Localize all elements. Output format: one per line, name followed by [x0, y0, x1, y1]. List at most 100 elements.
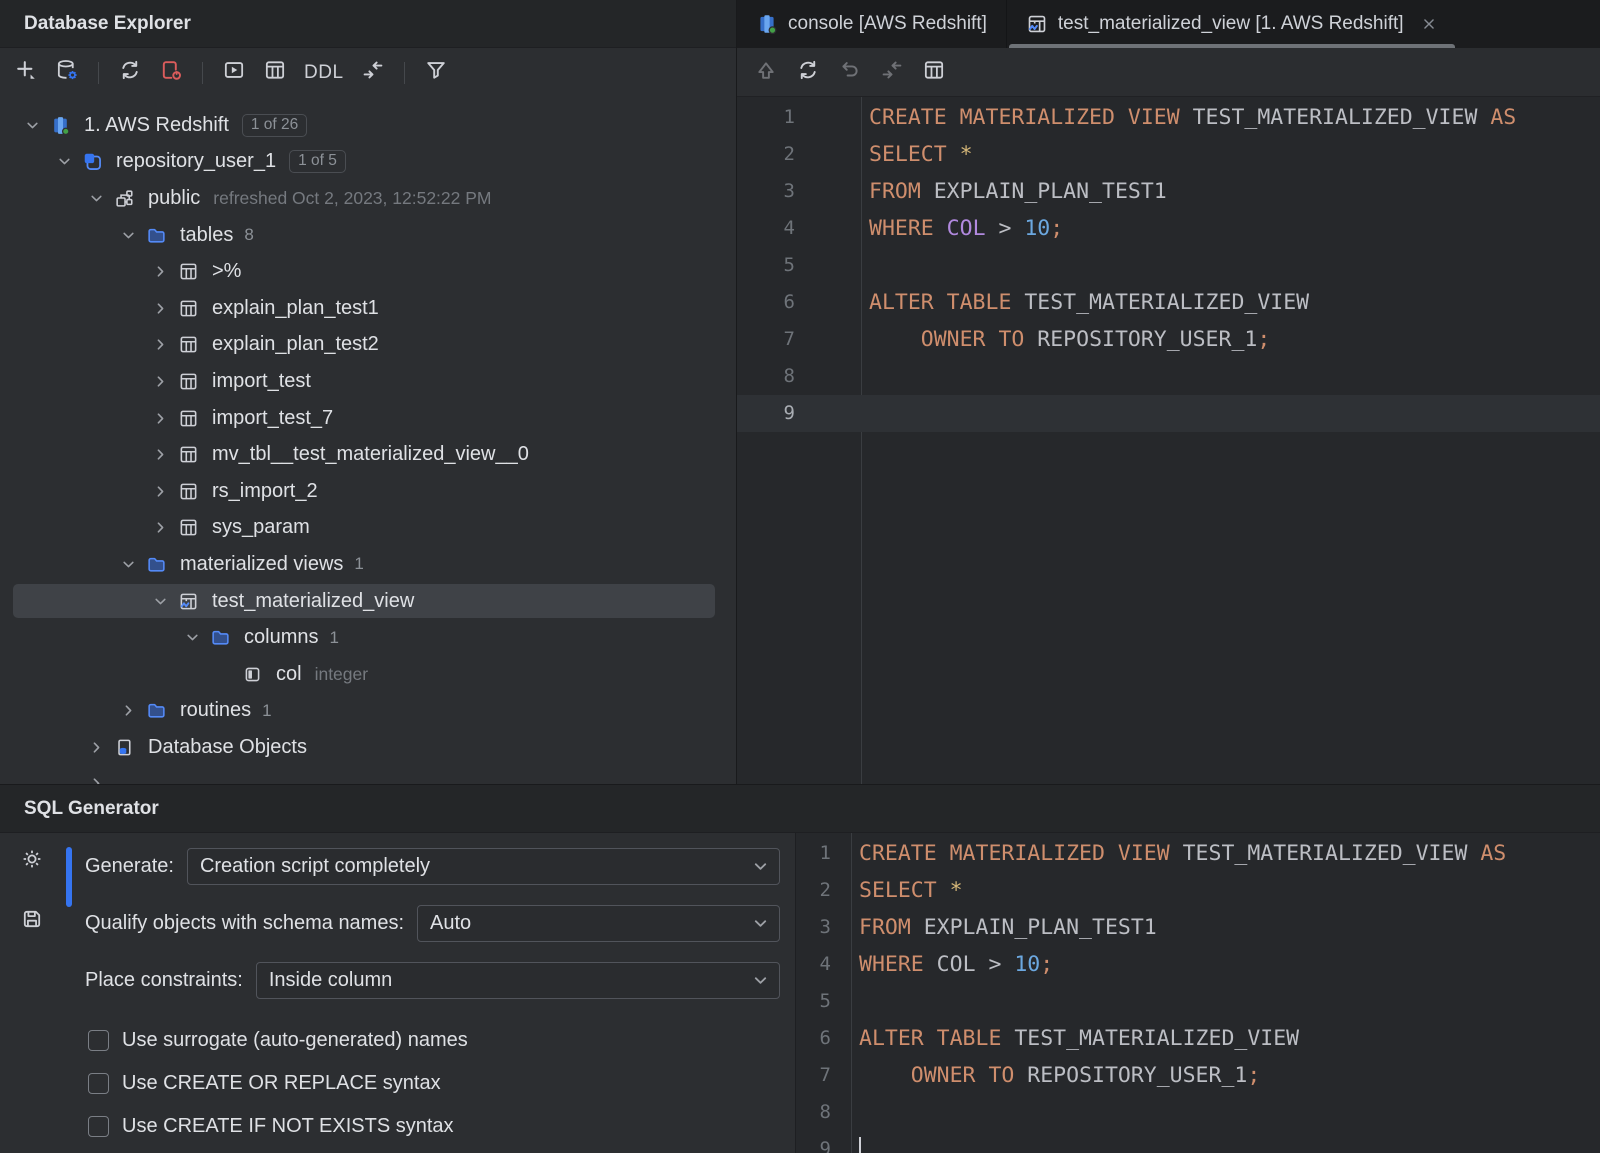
- sql-generator-form: Generate: Creation script completely Qua…: [85, 833, 780, 1148]
- line-number: 6: [796, 1020, 851, 1057]
- code-line-5: 5: [737, 247, 1600, 284]
- settings-button[interactable]: [20, 847, 44, 871]
- chevron-right-icon[interactable]: [148, 333, 172, 357]
- chevron-right-icon[interactable]: [148, 296, 172, 320]
- upload-button[interactable]: [754, 58, 778, 87]
- undo-button[interactable]: [838, 58, 862, 87]
- tree-item-label: sys_param: [212, 516, 310, 539]
- chevron-right-icon[interactable]: [148, 369, 172, 393]
- tree-item-label: >%: [212, 260, 241, 283]
- tab-test-materialized-view-1-aws-redshift[interactable]: test_materialized_view [1. AWS Redshift]: [1007, 0, 1457, 48]
- tree-item-import-test[interactable]: import_test: [0, 363, 736, 400]
- tree-item-1-aws-redshift[interactable]: 1. AWS Redshift 1 of 26: [0, 107, 736, 144]
- chevron-right-icon[interactable]: [148, 516, 172, 540]
- table-icon: [178, 408, 199, 429]
- chevron-down-icon[interactable]: [180, 626, 204, 650]
- text-caret: [859, 1137, 861, 1153]
- tab-console-aws-redshift[interactable]: console [AWS Redshift]: [737, 0, 1007, 48]
- tree-item-col[interactable]: col integer: [0, 656, 736, 693]
- table-view-button[interactable]: [263, 58, 287, 87]
- undo-icon: [838, 58, 862, 82]
- checkbox-use-surrogate-auto-generated-names[interactable]: [88, 1030, 109, 1051]
- tree-item-import-test-7[interactable]: import_test_7: [0, 400, 736, 437]
- db-objects-icon: [114, 737, 135, 758]
- chevron-right-icon[interactable]: [84, 772, 108, 784]
- redshift-icon: [50, 115, 71, 136]
- redshift-icon: [756, 13, 778, 35]
- tree-item-routines[interactable]: routines 1: [0, 693, 736, 730]
- tree-item-label: col: [276, 663, 302, 686]
- line-number: 7: [737, 321, 861, 358]
- column-icon: [242, 664, 263, 685]
- table-icon: [178, 298, 199, 319]
- item-meta: integer: [315, 664, 369, 685]
- tree-item-explain-plan-test1[interactable]: explain_plan_test1: [0, 290, 736, 327]
- chevron-right-icon[interactable]: [148, 443, 172, 467]
- chevron-right-icon[interactable]: [84, 735, 108, 759]
- datasource-settings-button[interactable]: [55, 58, 79, 87]
- chevron-down-icon[interactable]: [148, 589, 172, 613]
- chevron-down-icon[interactable]: [116, 552, 140, 576]
- add-button[interactable]: [14, 58, 38, 87]
- ddl-button[interactable]: DDL: [304, 62, 344, 84]
- disconnect-button[interactable]: [159, 58, 183, 87]
- save-button[interactable]: [20, 907, 44, 931]
- tree-item-columns[interactable]: columns 1: [0, 619, 736, 656]
- jump-to-source-button[interactable]: [880, 58, 904, 87]
- tree-item-item[interactable]: >%: [0, 253, 736, 290]
- filter-icon: [424, 58, 448, 82]
- toolbar-divider: [404, 62, 405, 84]
- refresh-button[interactable]: [796, 58, 820, 87]
- select-place-constraints[interactable]: Inside column: [256, 962, 780, 999]
- chevron-down-icon[interactable]: [84, 186, 108, 210]
- item-count: 8: [244, 225, 253, 245]
- chevron-right-icon[interactable]: [148, 479, 172, 503]
- chevron-down-icon[interactable]: [116, 223, 140, 247]
- line-number: 2: [737, 136, 861, 173]
- query-console-button[interactable]: [222, 58, 246, 87]
- chevron-right-icon[interactable]: [148, 406, 172, 430]
- tree-item-label: public: [148, 187, 200, 210]
- code-line-6: 6 ALTER TABLE TEST_MATERIALIZED_VIEW: [796, 1020, 1600, 1057]
- checkbox-use-create-or-replace-syntax[interactable]: [88, 1073, 109, 1094]
- tree-item-label: routines: [180, 699, 251, 722]
- tree-item-database-objects[interactable]: Database Objects: [0, 729, 736, 766]
- tree-item-repository-user-1[interactable]: repository_user_1 1 of 5: [0, 144, 736, 181]
- tree-item-tables[interactable]: tables 8: [0, 217, 736, 254]
- code-line-1: 1 CREATE MATERIALIZED VIEW TEST_MATERIAL…: [737, 99, 1600, 136]
- chevron-right-icon[interactable]: [148, 260, 172, 284]
- tree-item-explain-plan-test2[interactable]: explain_plan_test2: [0, 327, 736, 364]
- chevron-right-icon[interactable]: [116, 699, 140, 723]
- code-line-6: 6 ALTER TABLE TEST_MATERIALIZED_VIEW: [737, 284, 1600, 321]
- tree-item-materialized-views[interactable]: materialized views 1: [0, 546, 736, 583]
- refresh-button[interactable]: [118, 58, 142, 87]
- jump-to-source-button[interactable]: [361, 58, 385, 87]
- scope-badge: 1 of 5: [289, 150, 346, 173]
- select-qualify-objects-with-schema-names[interactable]: Auto: [417, 905, 780, 942]
- database-tree[interactable]: 1. AWS Redshift 1 of 26 repository_user_…: [0, 97, 736, 784]
- add-icon: [14, 58, 38, 82]
- chevron-down-icon[interactable]: [20, 113, 44, 137]
- table-view-button[interactable]: [922, 58, 946, 87]
- tree-item-mv-tbl-test-materialized-view-0[interactable]: mv_tbl__test_materialized_view__0: [0, 436, 736, 473]
- tree-item-sys-param[interactable]: sys_param: [0, 510, 736, 547]
- tree-item-test-materialized-view[interactable]: test_materialized_view: [0, 583, 736, 620]
- save-icon: [20, 907, 44, 931]
- chevron-down-icon[interactable]: [52, 150, 76, 174]
- code-line-7: 7 OWNER TO REPOSITORY_USER_1;: [737, 321, 1600, 358]
- tree-item-item[interactable]: [0, 766, 736, 784]
- tree-item-public[interactable]: public refreshed Oct 2, 2023, 12:52:22 P…: [0, 180, 736, 217]
- tree-item-label: Database Objects: [148, 736, 307, 759]
- select-generate[interactable]: Creation script completely: [187, 848, 780, 885]
- checkbox-use-create-if-not-exists-syntax[interactable]: [88, 1116, 109, 1137]
- filter-button[interactable]: [424, 58, 448, 87]
- sql-editor[interactable]: 1 CREATE MATERIALIZED VIEW TEST_MATERIAL…: [737, 97, 1600, 784]
- tree-item-rs-import-2[interactable]: rs_import_2: [0, 473, 736, 510]
- close-icon[interactable]: [1420, 15, 1438, 33]
- sql-generator-preview[interactable]: 1 CREATE MATERIALIZED VIEW TEST_MATERIAL…: [795, 833, 1600, 1153]
- table-icon: [178, 481, 199, 502]
- table-view-icon: [263, 58, 287, 82]
- line-number: 7: [796, 1057, 851, 1094]
- tab-label: console [AWS Redshift]: [788, 13, 987, 35]
- settings-icon: [20, 847, 44, 871]
